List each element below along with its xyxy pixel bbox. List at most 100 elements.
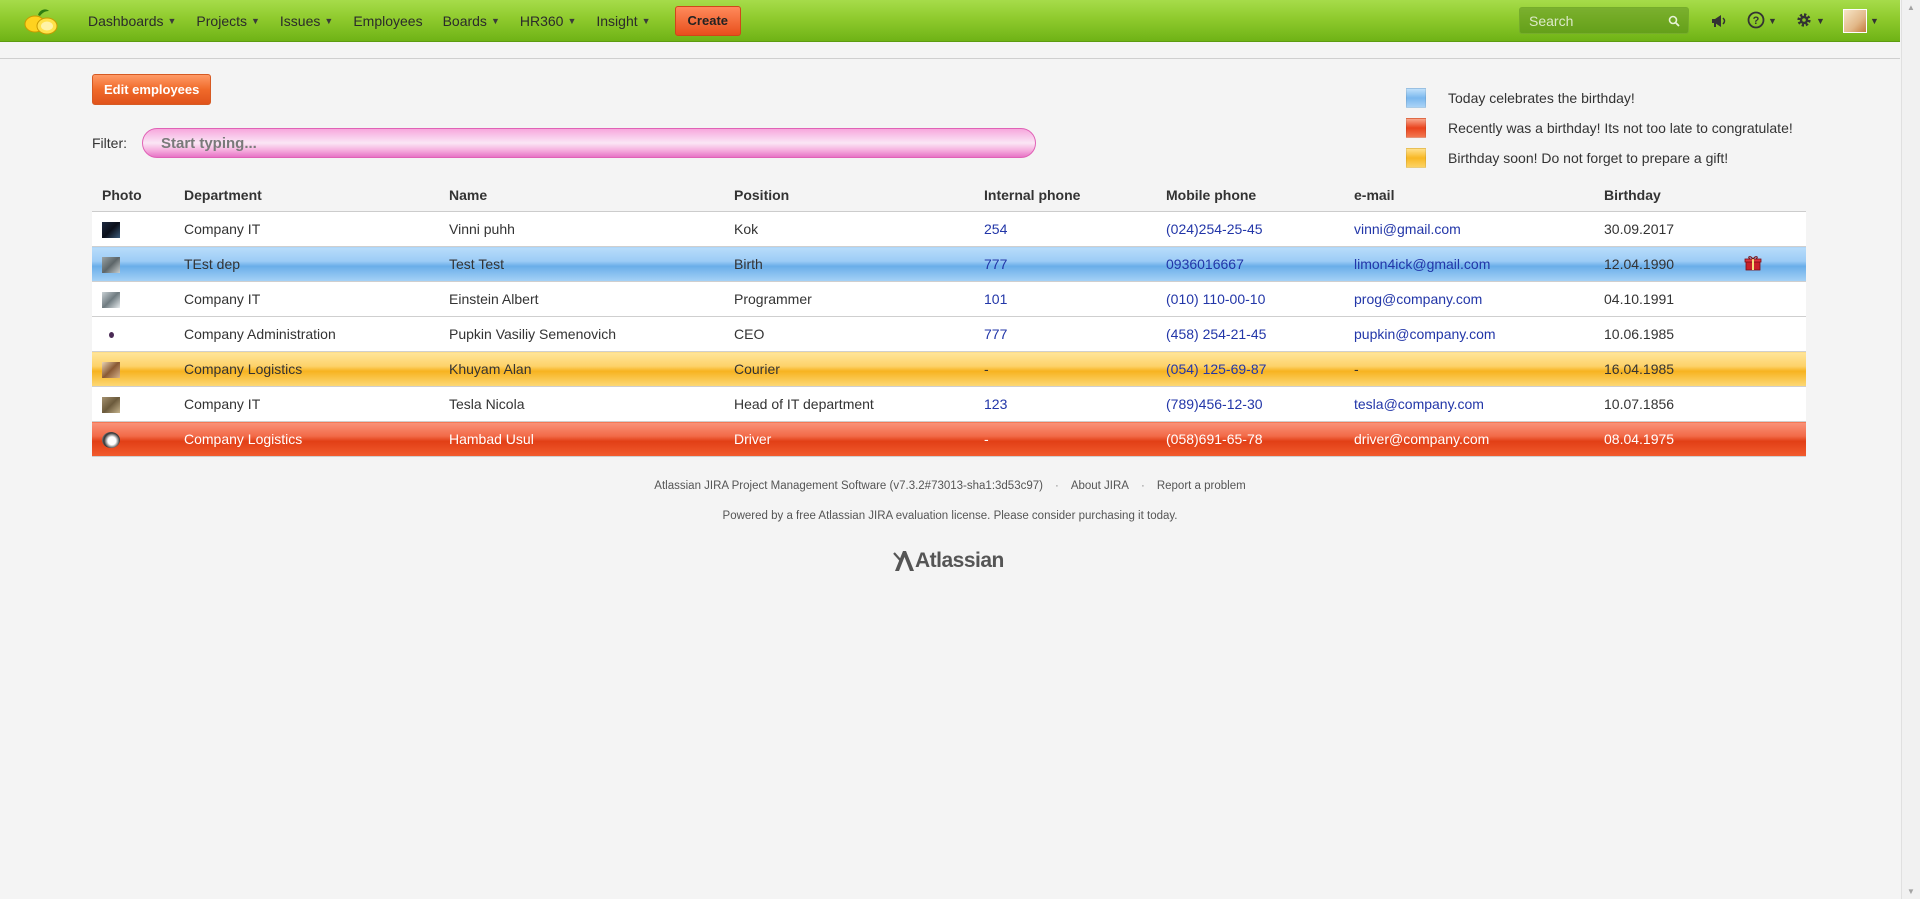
col-header-internal-phone[interactable]: Internal phone xyxy=(984,178,1166,212)
filter-input[interactable] xyxy=(142,128,1036,158)
scroll-up-icon[interactable]: ▲ xyxy=(1907,3,1915,12)
table-row[interactable]: TEst dep Test Test Birth 777 0936016667 limon… xyxy=(92,246,1806,282)
cell-photo xyxy=(92,421,184,457)
nav-issues[interactable]: Issues ▼ xyxy=(270,0,343,41)
internal-phone-link[interactable]: 123 xyxy=(984,396,1007,412)
cell-gift xyxy=(1744,386,1806,422)
lemons-logo-icon[interactable] xyxy=(22,5,60,36)
legend-text-soon: Birthday soon! Do not forget to prepare … xyxy=(1448,150,1729,166)
search-icon[interactable] xyxy=(1668,14,1680,27)
filter-label: Filter: xyxy=(92,135,127,151)
mobile-phone-link[interactable]: (458) 254-21-45 xyxy=(1166,326,1266,342)
cell-name: Khuyam Alan xyxy=(449,351,734,387)
gear-icon xyxy=(1795,11,1813,32)
chevron-down-icon: ▼ xyxy=(324,15,334,26)
nav-insight[interactable]: Insight ▼ xyxy=(586,0,660,41)
email-link[interactable]: tesla@company.com xyxy=(1354,396,1484,412)
edit-employees-button[interactable]: Edit employees xyxy=(92,74,212,105)
mobile-phone-link[interactable]: 0936016667 xyxy=(1166,256,1244,272)
cell-gift xyxy=(1744,316,1806,352)
cell-name: Hambad Usul xyxy=(449,421,734,457)
nav-projects[interactable]: Projects ▼ xyxy=(186,0,270,41)
employee-photo[interactable] xyxy=(102,361,120,378)
col-header-position[interactable]: Position xyxy=(734,178,984,212)
mobile-phone-link[interactable]: (024)254-25-45 xyxy=(1166,221,1263,237)
table-row[interactable]: Company IT Einstein Albert Programmer 101 (0… xyxy=(92,281,1806,317)
chevron-down-icon: ▼ xyxy=(1768,16,1777,26)
email-link[interactable]: prog@company.com xyxy=(1354,291,1482,307)
create-button[interactable]: Create xyxy=(674,5,742,36)
col-header-department[interactable]: Department xyxy=(184,178,449,212)
cell-gift xyxy=(1744,211,1806,247)
col-header-email[interactable]: e-mail xyxy=(1354,178,1604,212)
col-header-birthday[interactable]: Birthday xyxy=(1604,178,1744,212)
nav-insight-label: Insight xyxy=(596,12,638,29)
email-link[interactable]: pupkin@company.com xyxy=(1354,326,1496,342)
cell-department: TEst dep xyxy=(184,246,449,282)
footer-separator: · xyxy=(1140,480,1145,492)
atlassian-brand-text: Atlassian xyxy=(915,549,1004,572)
cell-mobile-phone: (010) 110-00-10 xyxy=(1166,281,1354,317)
scroll-down-icon[interactable]: ▼ xyxy=(1907,887,1915,896)
help-menu[interactable]: ? ▼ xyxy=(1747,11,1777,31)
employee-photo[interactable] xyxy=(102,256,120,273)
table-row[interactable]: Company IT Tesla Nicola Head of IT departm… xyxy=(92,386,1806,422)
col-header-name[interactable]: Name xyxy=(449,178,734,212)
legend-swatch-soon xyxy=(1406,148,1426,168)
employee-photo[interactable] xyxy=(109,332,114,339)
megaphone-icon[interactable] xyxy=(1710,11,1728,31)
table-row[interactable]: Company IT Vinni puhh Kok 254 (024)254-25-45… xyxy=(92,211,1806,247)
legend-swatch-recent xyxy=(1406,118,1426,138)
report-problem-link[interactable]: Report a problem xyxy=(1157,480,1246,492)
internal-phone-link[interactable]: 101 xyxy=(984,291,1007,307)
cell-department: Company IT xyxy=(184,386,449,422)
employee-photo[interactable] xyxy=(102,431,120,448)
employee-photo[interactable] xyxy=(102,291,120,308)
nav-employees[interactable]: Employees xyxy=(343,0,432,41)
internal-phone-link[interactable]: 254 xyxy=(984,221,1007,237)
cell-position: Courier xyxy=(734,351,984,387)
mobile-phone-link[interactable]: (789)456-12-30 xyxy=(1166,396,1263,412)
email-link[interactable]: vinni@gmail.com xyxy=(1354,221,1461,237)
email-link[interactable]: driver@company.com xyxy=(1354,431,1489,447)
cell-email: - xyxy=(1354,351,1604,387)
search-input[interactable] xyxy=(1520,8,1669,33)
nav-boards[interactable]: Boards ▼ xyxy=(433,0,510,41)
table-row[interactable]: Company Administration Pupkin Vasiliy Sem… xyxy=(92,316,1806,352)
cell-department: Company Logistics xyxy=(184,421,449,457)
cell-email: tesla@company.com xyxy=(1354,386,1604,422)
internal-phone-link[interactable]: 777 xyxy=(984,326,1007,342)
gift-icon[interactable] xyxy=(1744,255,1762,274)
mobile-phone-link[interactable]: (058)691-65-78 xyxy=(1166,431,1263,447)
col-header-gift xyxy=(1744,178,1806,212)
cell-name: Einstein Albert xyxy=(449,281,734,317)
cell-department: Company IT xyxy=(184,281,449,317)
internal-phone-link[interactable]: 777 xyxy=(984,256,1007,272)
mobile-phone-link[interactable]: (010) 110-00-10 xyxy=(1166,291,1265,307)
footer-links: Atlassian JIRA Project Management Softwa… xyxy=(0,480,1900,492)
nav-dashboards-label: Dashboards xyxy=(88,12,164,29)
settings-menu[interactable]: ▼ xyxy=(1795,11,1825,31)
cell-name: Pupkin Vasiliy Semenovich xyxy=(449,316,734,352)
about-jira-link[interactable]: About JIRA xyxy=(1071,480,1129,492)
atlassian-logo[interactable]: Atlassian xyxy=(893,548,1004,574)
nav-hr360[interactable]: HR360 ▼ xyxy=(510,0,587,41)
chevron-down-icon: ▼ xyxy=(641,15,651,26)
nav-dashboards[interactable]: Dashboards ▼ xyxy=(78,0,186,41)
user-profile-menu[interactable]: ▼ xyxy=(1843,8,1879,34)
footer-license-text: Powered by a free Atlassian JIRA evaluat… xyxy=(722,510,1178,522)
cell-birthday: 12.04.1990 xyxy=(1604,246,1744,282)
cell-gift xyxy=(1744,281,1806,317)
nav-employees-label: Employees xyxy=(353,12,423,29)
col-header-photo[interactable]: Photo xyxy=(92,178,184,212)
table-row[interactable]: Company Logistics Hambad Usul Driver - (058)… xyxy=(92,421,1806,457)
table-row[interactable]: Company Logistics Khuyam Alan Courier - (054… xyxy=(92,351,1806,387)
legend-item-soon: Birthday soon! Do not forget to prepare … xyxy=(1406,143,1793,173)
col-header-mobile-phone[interactable]: Mobile phone xyxy=(1166,178,1354,212)
employee-photo[interactable] xyxy=(102,396,120,413)
email-link[interactable]: limon4ick@gmail.com xyxy=(1354,256,1490,272)
vertical-scrollbar[interactable]: ▲ ▼ xyxy=(1901,0,1920,899)
cell-position: Programmer xyxy=(734,281,984,317)
employee-photo[interactable] xyxy=(102,221,120,238)
mobile-phone-link[interactable]: (054) 125-69-87 xyxy=(1166,361,1266,377)
